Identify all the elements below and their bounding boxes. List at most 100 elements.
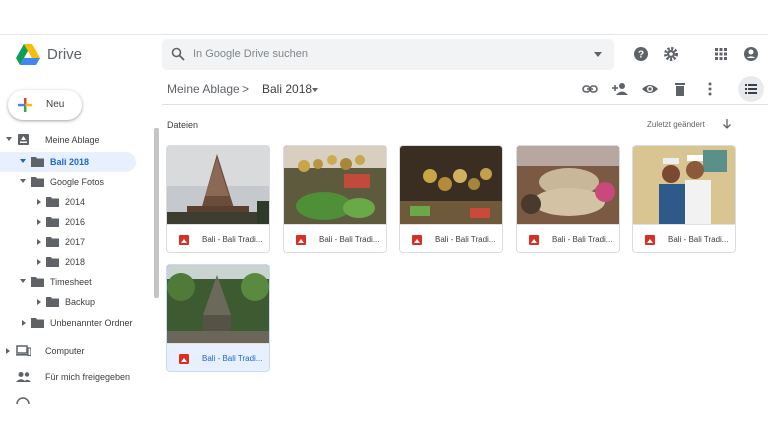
file-footer[interactable]: Bali - Bali Tradi... — [633, 224, 735, 252]
more-vert-icon[interactable] — [702, 81, 718, 97]
sidebar-item-label: Bali 2018 — [50, 157, 90, 167]
expand-arrow-icon[interactable] — [37, 239, 41, 245]
folder-icon — [46, 197, 59, 207]
sidebar-item-label: 2016 — [65, 217, 86, 227]
sort-direction-arrow-icon[interactable] — [721, 118, 733, 130]
sidebar-item-2014[interactable]: 2014 — [0, 192, 150, 212]
image-thumbnail[interactable] — [167, 265, 269, 343]
temple-garden-photo — [167, 265, 269, 343]
file-footer[interactable]: Bali - Bali Tradi... — [167, 343, 269, 371]
children-photo — [633, 146, 735, 224]
folder-icon — [46, 217, 59, 227]
file-name: Bali - Bali Tradi... — [552, 235, 613, 244]
computer-icon — [16, 345, 31, 357]
search-input[interactable]: In Google Drive suchen — [193, 48, 308, 60]
sidebar-item-2018[interactable]: 2018 — [0, 252, 150, 272]
plus-icon — [18, 98, 32, 112]
recent-clock-icon[interactable] — [16, 396, 30, 404]
image-thumbnail[interactable] — [633, 146, 735, 224]
link-icon[interactable] — [582, 81, 598, 97]
list-view-icon — [745, 84, 757, 94]
sidebar-item-google-fotos[interactable]: Google Fotos — [0, 172, 150, 192]
spice-baskets-photo — [517, 146, 619, 224]
svg-text:?: ? — [638, 50, 644, 61]
file-card-selected[interactable]: Bali - Bali Tradi... — [166, 264, 270, 372]
file-footer[interactable]: Bali - Bali Tradi... — [284, 224, 386, 252]
file-name: Bali - Bali Tradi... — [319, 235, 380, 244]
sidebar-item-label: Computer — [45, 346, 85, 356]
expand-arrow-icon[interactable] — [6, 348, 10, 354]
sidebar-item-meine-ablage[interactable]: Meine Ablage — [0, 130, 150, 150]
expand-arrow-icon[interactable] — [37, 259, 41, 265]
help-icon[interactable]: ? — [632, 45, 650, 63]
account-icon[interactable] — [742, 45, 760, 63]
image-thumbnail[interactable] — [167, 146, 269, 224]
breadcrumb-dropdown-icon[interactable] — [312, 88, 318, 92]
image-thumbnail[interactable] — [284, 146, 386, 224]
folder-icon — [31, 177, 44, 187]
sidebar-item-unbenannter-ordner[interactable]: Unbenannter Ordner — [0, 313, 150, 333]
image-thumbnail[interactable] — [400, 146, 502, 224]
preview-eye-icon[interactable] — [642, 81, 658, 97]
search-bar[interactable]: In Google Drive suchen — [162, 39, 614, 70]
sidebar-item-label: Für mich freigegeben — [45, 372, 131, 382]
add-person-icon[interactable] — [612, 81, 628, 97]
file-footer[interactable]: Bali - Bali Tradi... — [400, 224, 502, 252]
sidebar-item-bali-2018[interactable]: Bali 2018 — [0, 152, 136, 172]
expand-arrow-icon[interactable] — [37, 219, 41, 225]
sidebar-item-label: Unbenannter Ordner — [50, 318, 133, 328]
sidebar-item-timesheet[interactable]: Timesheet — [0, 272, 150, 292]
folder-icon — [31, 318, 44, 328]
file-card[interactable]: Bali - Bali Tradi... — [283, 145, 387, 253]
apps-grid-icon[interactable] — [712, 45, 730, 63]
expand-arrow-icon[interactable] — [20, 279, 26, 283]
sort-button[interactable]: Zuletzt geändert — [647, 120, 705, 129]
market-fruit-photo — [284, 146, 386, 224]
folder-icon — [31, 157, 44, 167]
expand-arrow-icon[interactable] — [20, 179, 26, 183]
sidebar-item-shared[interactable]: Für mich freigegeben — [0, 367, 150, 387]
folder-icon — [46, 257, 59, 267]
sidebar-item-label: Timesheet — [50, 277, 92, 287]
file-footer[interactable]: Bali - Bali Tradi... — [167, 224, 269, 252]
expand-arrow-icon[interactable] — [37, 199, 41, 205]
image-file-icon — [645, 235, 655, 245]
app-name[interactable]: Drive — [47, 46, 82, 63]
expand-arrow-icon[interactable] — [20, 159, 26, 163]
file-name: Bali - Bali Tradi... — [435, 235, 496, 244]
new-button[interactable]: Neu — [8, 90, 82, 120]
sidebar-item-2017[interactable]: 2017 — [0, 232, 150, 252]
folder-icon — [31, 277, 44, 287]
file-footer[interactable]: Bali - Bali Tradi... — [517, 224, 619, 252]
file-name: Bali - Bali Tradi... — [202, 354, 263, 363]
new-button-label: Neu — [46, 99, 65, 110]
file-card[interactable]: Bali - Bali Tradi... — [166, 145, 270, 253]
search-icon[interactable] — [171, 47, 185, 61]
settings-icon[interactable] — [662, 45, 680, 63]
sidebar-scrollbar[interactable] — [154, 128, 159, 298]
expand-arrow-icon[interactable] — [6, 137, 12, 141]
breadcrumb-current[interactable]: Bali 2018 — [262, 82, 312, 96]
sidebar-item-2016[interactable]: 2016 — [0, 212, 150, 232]
top-blank-area — [0, 0, 768, 34]
sidebar-item-label: Meine Ablage — [45, 135, 100, 145]
my-drive-icon — [18, 134, 29, 145]
search-options-icon[interactable] — [594, 52, 602, 57]
image-file-icon — [412, 235, 422, 245]
expand-arrow-icon[interactable] — [22, 320, 26, 326]
file-card[interactable]: Bali - Bali Tradi... — [632, 145, 736, 253]
expand-arrow-icon[interactable] — [37, 299, 41, 305]
file-name: Bali - Bali Tradi... — [668, 235, 729, 244]
file-card[interactable]: Bali - Bali Tradi... — [516, 145, 620, 253]
drive-logo-icon[interactable] — [16, 44, 40, 66]
breadcrumb-root[interactable]: Meine Ablage — [167, 82, 240, 96]
list-view-toggle[interactable] — [738, 76, 764, 102]
sidebar-item-backup[interactable]: Backup — [0, 292, 150, 312]
image-thumbnail[interactable] — [517, 146, 619, 224]
file-card[interactable]: Bali - Bali Tradi... — [399, 145, 503, 253]
sidebar-item-computer[interactable]: Computer — [0, 341, 150, 361]
temple-photo — [167, 146, 269, 224]
image-file-icon — [296, 235, 306, 245]
trash-icon[interactable] — [672, 81, 688, 97]
files-section-title: Dateien — [167, 120, 199, 130]
